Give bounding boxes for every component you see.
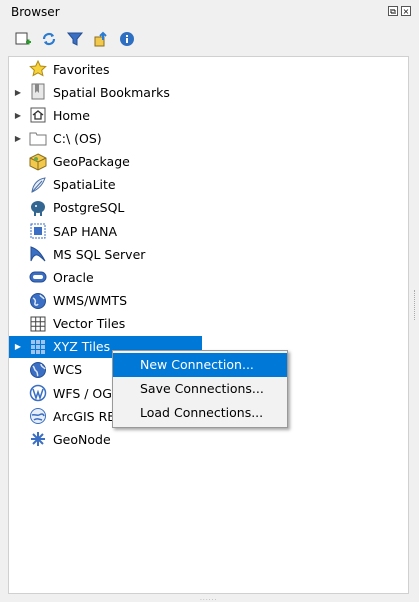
context-menu: New Connection... Save Connections... Load… xyxy=(112,350,288,428)
filter-icon[interactable] xyxy=(66,30,84,48)
tree-item[interactable]: MS SQL Server xyxy=(9,243,209,265)
expand-arrow-icon[interactable]: ▶ xyxy=(11,134,25,143)
tree-item[interactable]: ▶ Spatial Bookmarks xyxy=(9,81,209,103)
tree-item[interactable]: ▶ C:\ (OS) xyxy=(9,127,209,149)
tree-item-label: WMS/WMTS xyxy=(53,293,128,308)
geonode-icon xyxy=(29,430,47,448)
tree-item-label: PostgreSQL xyxy=(53,200,125,216)
star-icon xyxy=(29,59,47,78)
tree-item[interactable]: WMS/WMTS xyxy=(9,290,209,312)
resize-grip[interactable]: ...... xyxy=(200,595,217,602)
tree-item-label: WFS / OG xyxy=(53,385,112,401)
bookmark-icon xyxy=(29,83,47,101)
expand-arrow-icon[interactable]: ▶ xyxy=(11,342,25,351)
mssql-icon xyxy=(29,245,47,263)
vector-tiles-icon xyxy=(29,315,47,333)
expand-arrow-icon[interactable]: ▶ xyxy=(11,88,25,97)
spatialite-icon xyxy=(29,176,47,194)
tree-item-label: SpatiaLite xyxy=(53,177,116,193)
browser-tree[interactable]: Favorites ▶ Spatial Bookmarks ▶ Home ▶ C:\ (OS… xyxy=(8,56,409,594)
tree-item[interactable]: Favorites xyxy=(9,58,209,80)
tree-item[interactable]: SAP HANA xyxy=(9,220,209,242)
tree-item-label: MS SQL Server xyxy=(53,246,146,262)
tree-item-label: Home xyxy=(53,107,90,123)
tree-item-label: Favorites xyxy=(53,61,110,77)
tree-item-label: WCS xyxy=(53,362,83,378)
close-panel-icon[interactable]: × xyxy=(401,6,411,16)
panel-title-buttons: ⧉ × xyxy=(388,6,411,16)
arcgis-icon xyxy=(29,407,47,425)
context-menu-item[interactable]: Load Connections... xyxy=(113,401,287,425)
xyz-tiles-icon xyxy=(29,338,47,356)
tree-item-label: GeoPackage xyxy=(53,154,130,170)
wms-globe-icon xyxy=(29,292,47,310)
geopackage-icon xyxy=(29,153,47,171)
expand-arrow-icon[interactable]: ▶ xyxy=(11,111,25,120)
collapse-all-icon[interactable] xyxy=(92,30,110,48)
tree-item-label: SAP HANA xyxy=(53,223,118,239)
oracle-icon xyxy=(29,268,47,286)
postgresql-icon xyxy=(29,199,47,217)
context-menu-item[interactable]: Save Connections... xyxy=(113,377,287,401)
tree-item[interactable]: SpatiaLite xyxy=(9,174,209,196)
tree-item-label: GeoNode xyxy=(53,431,111,447)
refresh-icon[interactable] xyxy=(40,30,58,48)
tree-item[interactable]: GeoPackage xyxy=(9,151,209,173)
tree-item-label: XYZ Tiles xyxy=(53,339,111,355)
wcs-globe-icon xyxy=(29,361,47,379)
tree-item[interactable]: Oracle xyxy=(9,266,209,288)
info-icon[interactable] xyxy=(118,30,136,48)
context-menu-item[interactable]: New Connection... xyxy=(113,353,287,377)
add-layer-icon[interactable] xyxy=(14,30,32,48)
panel-title: Browser xyxy=(11,5,60,19)
sap-hana-icon xyxy=(29,222,47,240)
tree-item-label: Oracle xyxy=(53,269,94,285)
tree-item-label: Spatial Bookmarks xyxy=(53,84,170,100)
tree-item[interactable]: GeoNode xyxy=(9,428,209,450)
browser-toolbar xyxy=(14,30,136,48)
folder-icon xyxy=(29,129,47,147)
tree-item[interactable]: PostgreSQL xyxy=(9,197,209,219)
home-icon xyxy=(29,106,47,124)
float-panel-icon[interactable]: ⧉ xyxy=(388,6,398,16)
wfs-icon xyxy=(29,384,47,402)
tree-item[interactable]: Vector Tiles xyxy=(9,313,209,335)
tree-item[interactable]: ▶ Home xyxy=(9,104,209,126)
splitter-handle[interactable] xyxy=(414,290,418,320)
tree-item-label: C:\ (OS) xyxy=(53,130,102,146)
tree-item-label: ArcGIS RE xyxy=(53,408,116,424)
tree-item-label: Vector Tiles xyxy=(53,316,126,332)
